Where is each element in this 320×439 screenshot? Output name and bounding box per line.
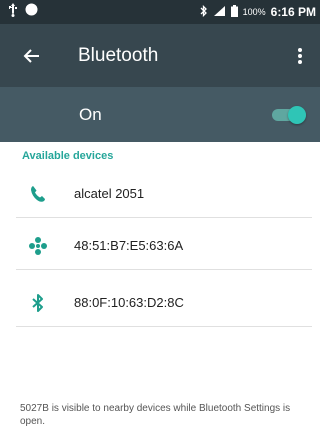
battery-icon [230,4,238,20]
signal-icon [213,5,226,20]
status-bar-right: 100% 6:16 PM [200,0,316,24]
phone-icon [28,184,48,204]
bluetooth-master-switch-row[interactable]: On [0,87,320,142]
arrow-left-icon [23,49,39,63]
bluetooth-toggle[interactable] [272,106,308,124]
bluetooth-icon [28,293,48,313]
status-bar-left [7,2,38,22]
device-name: alcatel 2051 [74,186,145,201]
device-name: 88:0F:10:63:D2:8C [74,295,184,310]
visibility-notice: 5027B is visible to nearby devices while… [20,403,291,427]
bluetooth-icon [200,4,208,20]
overflow-menu-button[interactable] [290,44,310,68]
device-name: 48:51:B7:E5:63:6A [74,238,184,253]
available-devices-header: Available devices [22,150,114,162]
divider [16,326,312,327]
status-bar: 100% 6:16 PM [0,0,320,24]
divider [16,269,312,270]
bluetooth-settings-screen: 100% 6:16 PM Bluetooth On Available devi… [0,0,320,439]
toggle-thumb [288,106,306,124]
page-title: Bluetooth [78,45,159,66]
more-vert-icon [298,48,302,64]
device-item[interactable]: 88:0F:10:63:D2:8C [0,279,320,327]
device-item[interactable]: 48:51:B7:E5:63:6A [0,222,320,270]
notification-dot-icon [25,3,38,21]
switch-state-label: On [79,105,102,124]
usb-icon [7,2,19,22]
divider [16,217,312,218]
back-button[interactable] [20,44,44,68]
device-item[interactable]: alcatel 2051 [0,170,320,218]
clock: 6:16 PM [270,5,316,19]
app-toolbar: Bluetooth [0,24,320,87]
dots-cluster-icon [28,236,48,256]
battery-percent: 100% [242,7,266,17]
